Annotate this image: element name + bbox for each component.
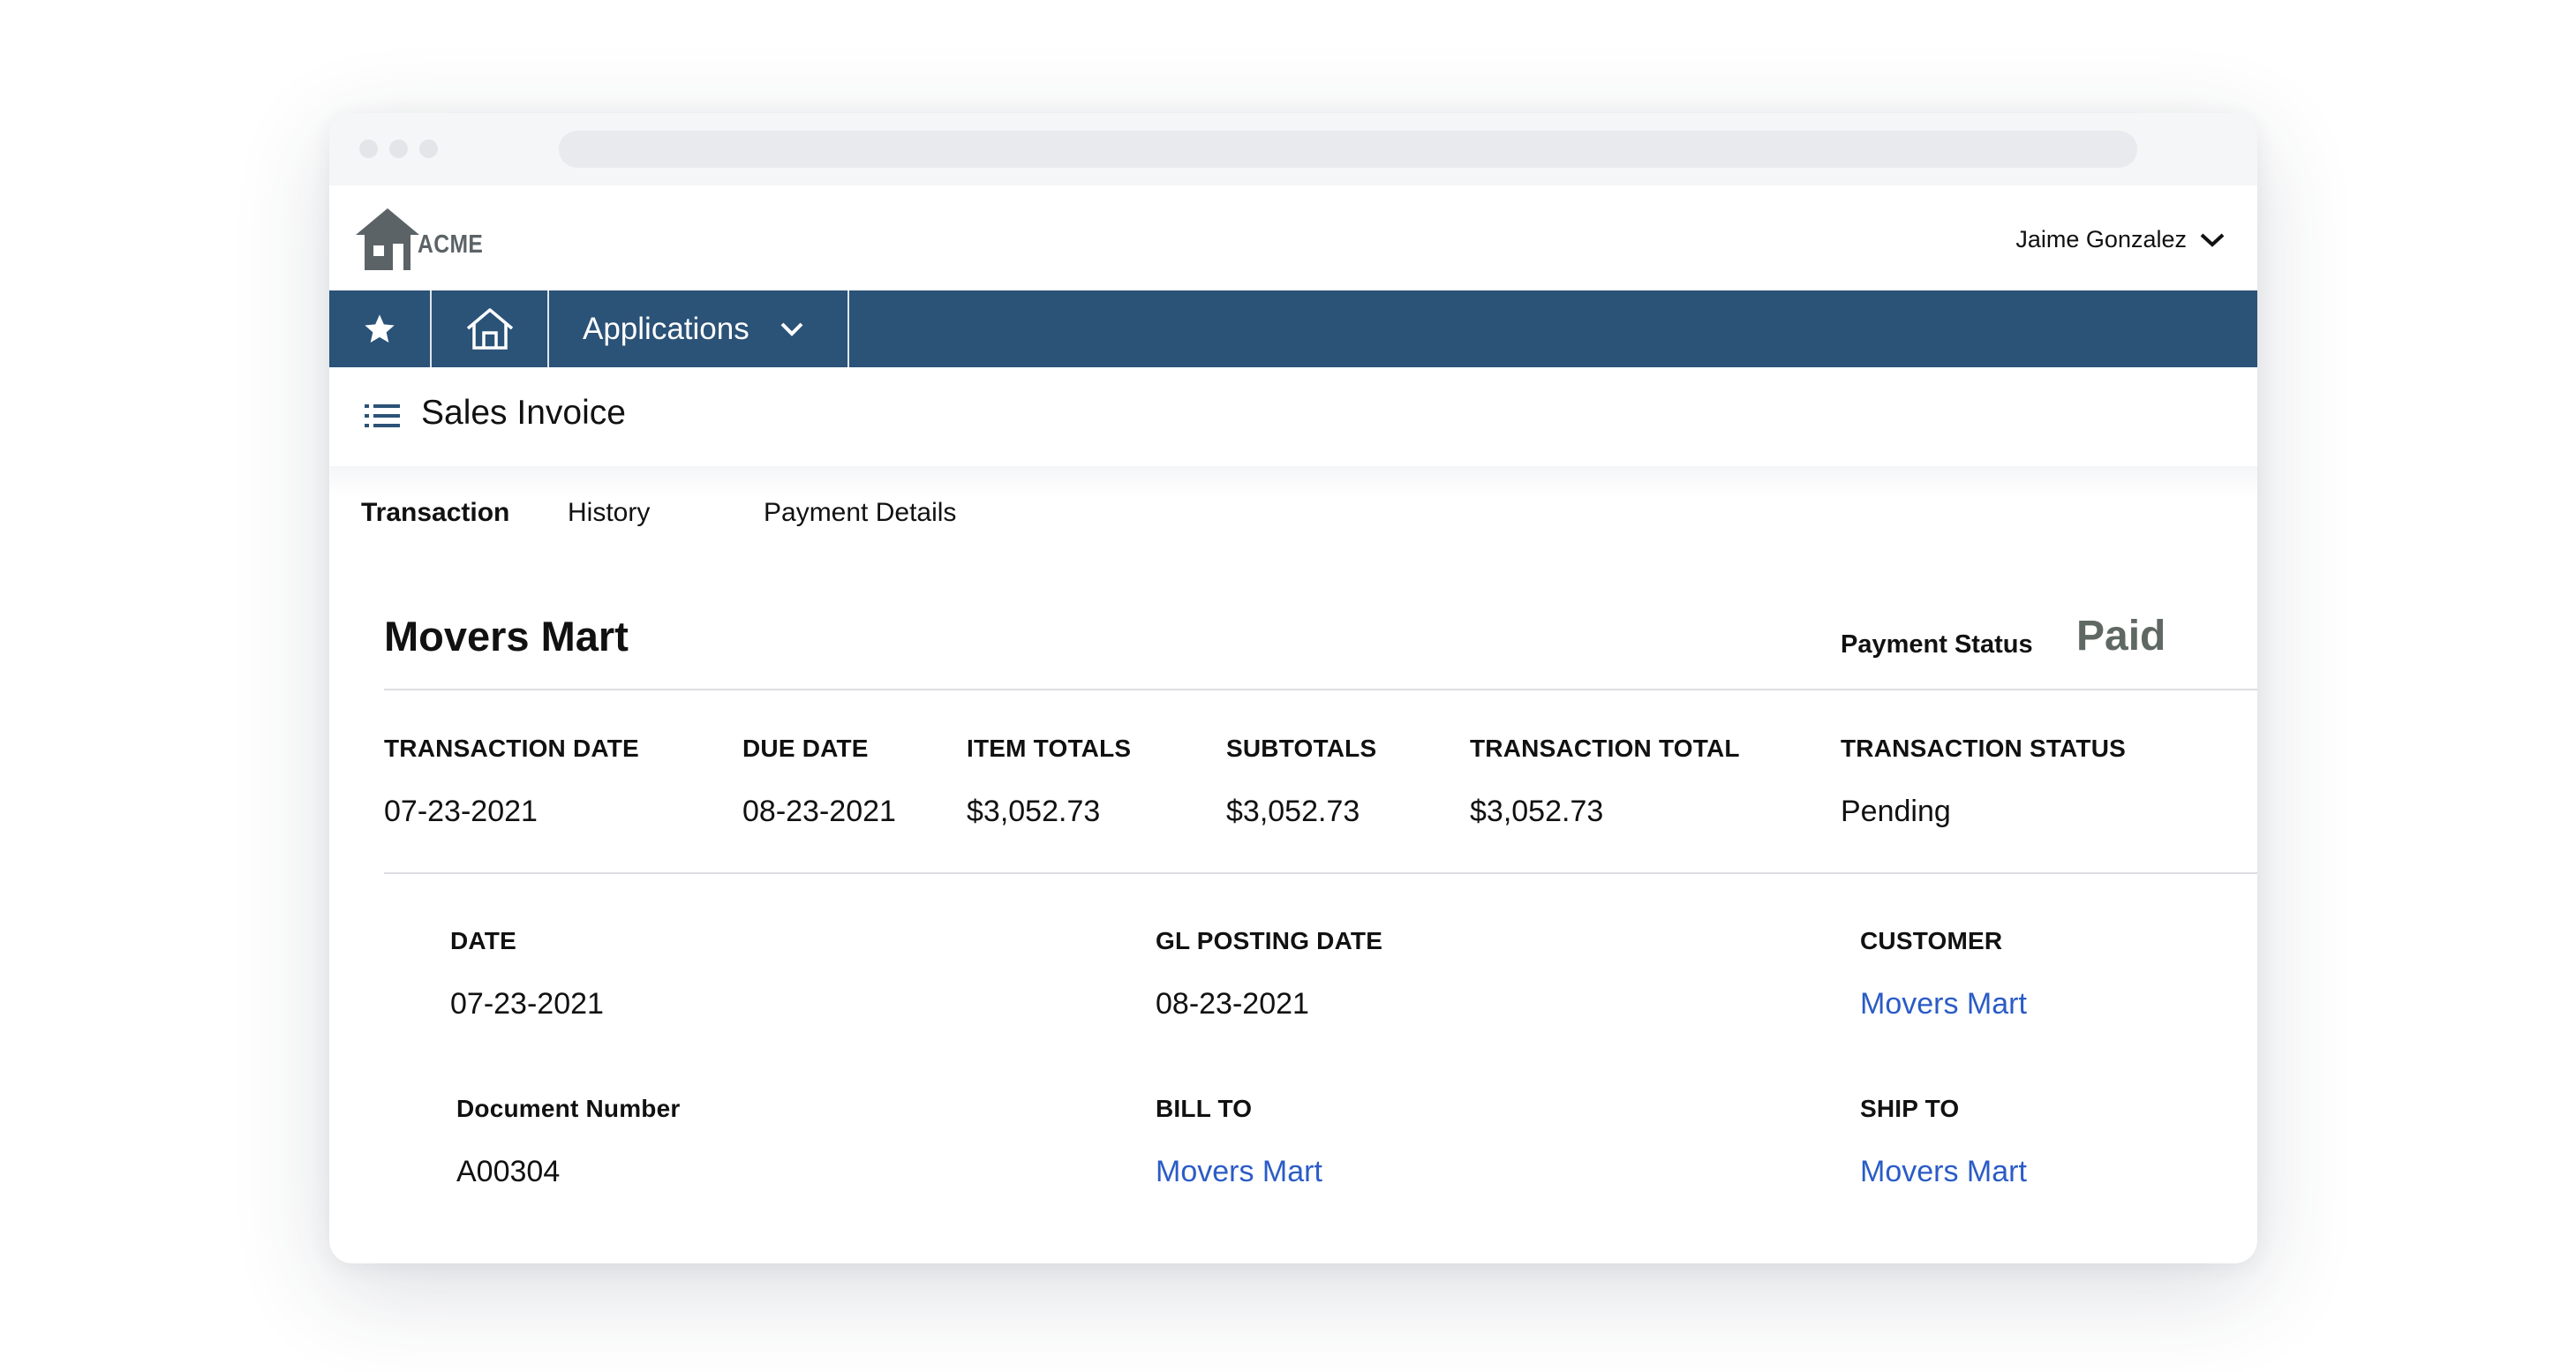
ship-to-label: SHIP TO <box>1860 1095 1960 1122</box>
summary-value: Pending <box>1841 795 1951 828</box>
payment-status-label: Payment Status <box>1841 630 2033 659</box>
window-dot-close[interactable] <box>359 139 378 158</box>
user-name: Jaime Gonzalez <box>2015 226 2187 253</box>
window-dot-minimize[interactable] <box>389 139 408 158</box>
page-title: Sales Invoice <box>421 394 626 432</box>
ship-to-link[interactable]: Movers Mart <box>1860 1155 2027 1189</box>
app-header: ACME Jaime Gonzalez <box>329 185 2257 290</box>
chevron-down-icon <box>780 322 803 336</box>
divider <box>384 872 2257 874</box>
summary-value: $3,052.73 <box>967 795 1101 828</box>
customer-link[interactable]: Movers Mart <box>1860 987 2027 1021</box>
summary-value: $3,052.73 <box>1226 795 1360 828</box>
chevron-down-icon <box>2200 233 2225 247</box>
tab-payment-details[interactable]: Payment Details <box>764 498 956 528</box>
date-value: 07-23-2021 <box>450 987 604 1021</box>
applications-label: Applications <box>583 311 749 346</box>
tab-transaction[interactable]: Transaction <box>361 498 509 528</box>
summary-label: TRANSACTION DATE <box>384 735 639 762</box>
summary-label: TRANSACTION TOTAL <box>1470 735 1740 762</box>
applications-menu[interactable]: Applications <box>549 290 849 367</box>
logo-text: ACME <box>418 230 484 259</box>
document-number-label: Document Number <box>456 1095 681 1122</box>
favorites-button[interactable] <box>329 290 432 367</box>
tab-bar: Transaction History Payment Details <box>329 466 2257 581</box>
summary-label: TRANSACTION STATUS <box>1841 735 2126 762</box>
document-number-value: A00304 <box>456 1155 561 1188</box>
summary-label: SUBTOTALS <box>1226 735 1377 762</box>
user-menu[interactable]: Jaime Gonzalez <box>2015 226 2226 253</box>
summary-value: $3,052.73 <box>1470 795 1604 828</box>
gl-posting-date-label: GL POSTING DATE <box>1156 927 1383 954</box>
window-dot-maximize[interactable] <box>419 139 438 158</box>
star-icon <box>365 313 395 343</box>
divider <box>384 689 2257 690</box>
summary-value: 08-23-2021 <box>742 795 896 828</box>
bill-to-label: BILL TO <box>1156 1095 1253 1122</box>
tab-history[interactable]: History <box>568 498 650 528</box>
bill-to-link[interactable]: Movers Mart <box>1156 1155 1322 1189</box>
summary-value: 07-23-2021 <box>384 795 538 828</box>
browser-window: ACME Jaime Gonzalez Applications Sales I… <box>329 113 2257 1263</box>
home-icon <box>466 307 513 350</box>
address-bar[interactable] <box>559 131 2137 168</box>
date-label: DATE <box>450 927 516 954</box>
summary-label: DUE DATE <box>742 735 869 762</box>
page-title-bar: Sales Invoice <box>329 367 2257 466</box>
top-navigation: Applications <box>329 290 2257 367</box>
acme-logo-house-icon[interactable] <box>354 205 425 272</box>
browser-chrome <box>329 113 2257 185</box>
list-menu-icon[interactable] <box>365 403 400 429</box>
customer-heading: Movers Mart <box>384 613 629 660</box>
payment-status-value: Paid <box>2076 613 2166 660</box>
summary-label: ITEM TOTALS <box>967 735 1132 762</box>
home-button[interactable] <box>432 290 549 367</box>
gl-posting-date-value: 08-23-2021 <box>1156 987 1309 1021</box>
customer-label: CUSTOMER <box>1860 927 2003 954</box>
